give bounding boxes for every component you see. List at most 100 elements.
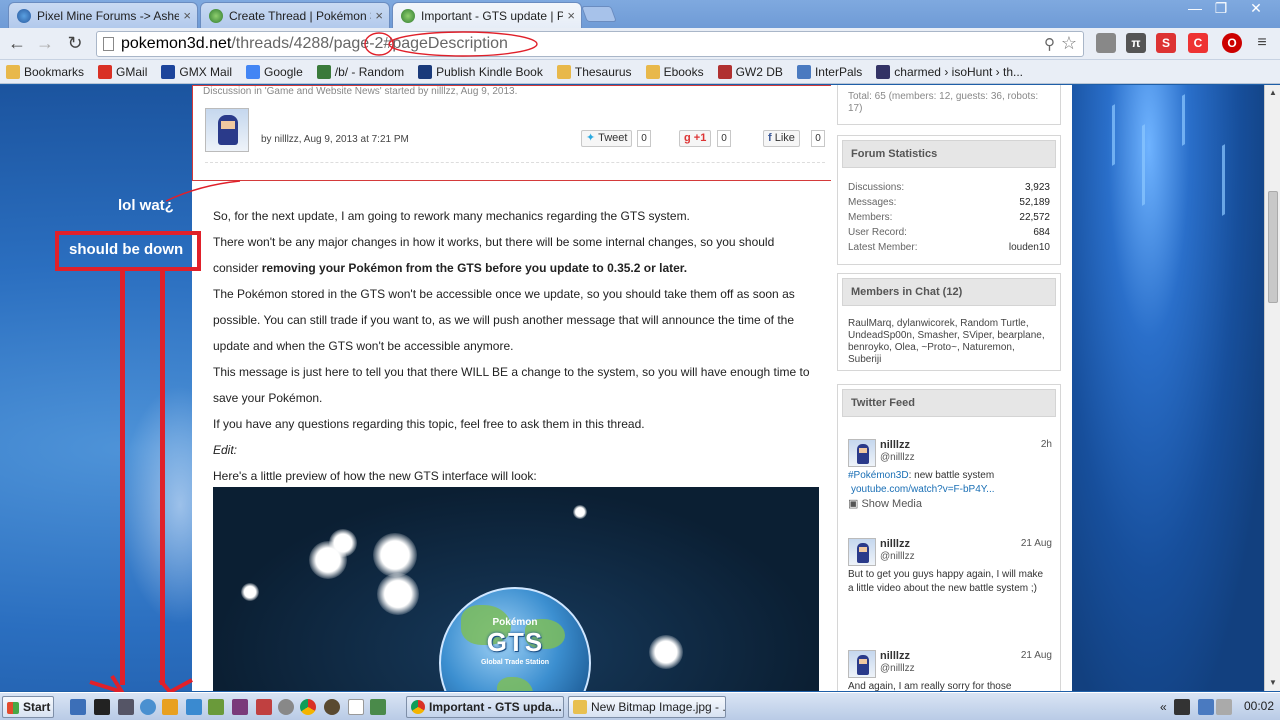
chrome-icon[interactable] [300, 699, 316, 715]
volume-icon[interactable] [1216, 699, 1232, 715]
post-emphasis: removing your Pokémon from the GTS befor… [261, 261, 688, 275]
taskbar-button-chrome[interactable]: Important - GTS upda... [406, 696, 564, 718]
adblock-icon[interactable]: O [1222, 33, 1242, 53]
tweet-handle[interactable]: @nilllzz [880, 452, 915, 463]
page-scrollbar[interactable]: ▲ ▼ [1264, 85, 1280, 691]
gmail-icon [98, 64, 113, 79]
extension-pi-icon[interactable]: π [1126, 33, 1146, 53]
app-icon[interactable] [370, 699, 386, 715]
tweet-time: 21 Aug [1020, 538, 1052, 549]
avatar[interactable] [848, 650, 876, 678]
network-tray-icon[interactable] [1198, 699, 1214, 715]
bookmark-star-icon[interactable]: ☆ [1061, 33, 1077, 54]
media-player-icon[interactable] [162, 699, 178, 715]
avatar[interactable] [848, 439, 876, 467]
stat-row: Latest Member: louden10 [848, 242, 1050, 253]
tweet-handle[interactable]: @nilllzz [880, 663, 915, 674]
page-icon [103, 37, 114, 51]
winamp-icon[interactable] [324, 699, 340, 715]
tweet-button[interactable]: ✦ Tweet [581, 130, 633, 147]
avatar[interactable] [848, 538, 876, 566]
thread-header: Discussion in 'Game and Website News' st… [192, 85, 836, 181]
minimize-button[interactable]: — [1184, 0, 1206, 18]
maximize-button[interactable]: ❐ [1208, 0, 1234, 18]
tweet-author[interactable]: nilllzz [880, 439, 910, 451]
bookmark-item[interactable]: Google [246, 64, 303, 79]
search-icon[interactable]: ⚲ [1044, 35, 1055, 53]
tweet-handle[interactable]: @nilllzz [880, 551, 915, 562]
app-icon[interactable] [256, 699, 272, 715]
bookmark-item[interactable]: Ebooks [645, 64, 704, 79]
extension-s-icon[interactable]: S [1156, 33, 1176, 53]
tab-title: Create Thread | Pokémon 3D [229, 8, 372, 23]
scroll-down-icon[interactable]: ▼ [1267, 677, 1279, 689]
taskbar-button-paint[interactable]: New Bitmap Image.jpg - ... [568, 696, 726, 718]
app-icon[interactable] [208, 699, 224, 715]
browser-toolbar: ← → ↻ pokemon3d.net/threads/4288/page-2#… [0, 28, 1280, 60]
bookmark-item[interactable]: GW2 DB [717, 64, 783, 79]
mail-icon [796, 64, 811, 79]
bookmark-item[interactable]: GMail [98, 64, 147, 79]
stat-row: Members: 22,572 [848, 212, 1050, 223]
forward-button[interactable]: → [32, 32, 58, 56]
tray-app-icon[interactable] [1174, 699, 1190, 715]
tweet-author[interactable]: nilllzz [880, 650, 910, 662]
post-paragraph: The Pokémon stored in the GTS won't be a… [213, 287, 795, 353]
tab-create-thread[interactable]: Create Thread | Pokémon 3D × [200, 2, 390, 28]
bookmark-item[interactable]: GMX Mail [161, 64, 232, 79]
steam-icon[interactable] [94, 699, 110, 715]
chat-member-list[interactable]: RaulMarq, dylanwicorek, Random Turtle, U… [838, 310, 1060, 376]
post-byline: by nilllzz, Aug 9, 2013 at 7:21 PM [261, 134, 409, 145]
close-icon[interactable]: × [375, 8, 383, 23]
notepad-icon[interactable] [348, 699, 364, 715]
tab-pixelmine[interactable]: Pixel Mine Forums -> Ashen I × [8, 2, 198, 28]
windows-logo-icon [7, 702, 19, 714]
tweet-text: But to get you guys happy again, I will … [848, 569, 1044, 594]
gts-preview-image[interactable]: Pokémon GTS Global Trade Station [213, 487, 819, 691]
explorer-icon[interactable] [118, 699, 134, 715]
extension-cloud-icon[interactable] [1096, 33, 1116, 53]
taskbar-clock[interactable]: 00:02 [1244, 699, 1274, 713]
folder-icon [6, 64, 20, 79]
tab-title: Important - GTS update | Po [421, 8, 564, 23]
bookmarks-bar: Bookmarks GMail GMX Mail Google /b/ - Ra… [0, 60, 1280, 84]
network-icon[interactable] [186, 699, 202, 715]
twitter-icon: ✦ [586, 132, 599, 144]
gts-globe: Pokémon GTS Global Trade Station [439, 587, 591, 691]
tweet: nilllzz @nilllzz 2h #Pokémon3D: new batt… [848, 439, 1052, 519]
tweet-link[interactable]: youtube.com/watch?v=F-bP4Y... [848, 484, 995, 495]
bookmark-item[interactable]: /b/ - Random [316, 64, 404, 79]
box-title: Members in Chat (12) [842, 278, 1056, 306]
thesaurus-icon [556, 64, 571, 79]
scrollbar-thumb[interactable] [1268, 191, 1278, 303]
tab-gts-update[interactable]: Important - GTS update | Po × [392, 2, 582, 28]
new-tab-button[interactable] [581, 6, 617, 22]
bookmark-item[interactable]: Publish Kindle Book [418, 64, 543, 79]
close-window-button[interactable]: ✕ [1236, 0, 1276, 18]
bookmark-item[interactable]: Thesaurus [556, 64, 632, 79]
tweet: nilllzz @nilllzz 21 Aug But to get you g… [848, 538, 1052, 618]
scroll-up-icon[interactable]: ▲ [1267, 87, 1279, 99]
reload-button[interactable]: ↻ [62, 32, 88, 56]
show-media-link[interactable]: ▣ Show Media [848, 497, 922, 510]
app-icon[interactable] [232, 699, 248, 715]
close-icon[interactable]: × [567, 8, 575, 23]
back-button[interactable]: ← [4, 32, 30, 56]
menu-icon[interactable]: ≡ [1252, 33, 1272, 53]
app-icon[interactable] [278, 699, 294, 715]
extension-c-icon[interactable]: C [1188, 33, 1208, 53]
show-desktop-icon[interactable] [70, 699, 86, 715]
close-icon[interactable]: × [183, 8, 191, 23]
bookmark-item[interactable]: Bookmarks [6, 64, 84, 79]
bookmark-item[interactable]: InterPals [796, 64, 862, 79]
post-paragraph: There won't be any major changes in how … [213, 235, 775, 275]
tweet-hashtag[interactable]: #Pokémon3D [848, 470, 909, 481]
google-plus-button[interactable]: g +1 [679, 130, 712, 147]
start-button[interactable]: Start [2, 696, 54, 718]
address-bar[interactable]: pokemon3d.net/threads/4288/page-2#pageDe… [96, 31, 1084, 57]
avatar[interactable] [205, 108, 249, 152]
facebook-like-button[interactable]: f Like [763, 130, 800, 147]
ie-icon[interactable] [140, 699, 156, 715]
tweet-author[interactable]: nilllzz [880, 538, 910, 550]
bookmark-item[interactable]: charmed › isoHunt › th... [876, 64, 1023, 79]
